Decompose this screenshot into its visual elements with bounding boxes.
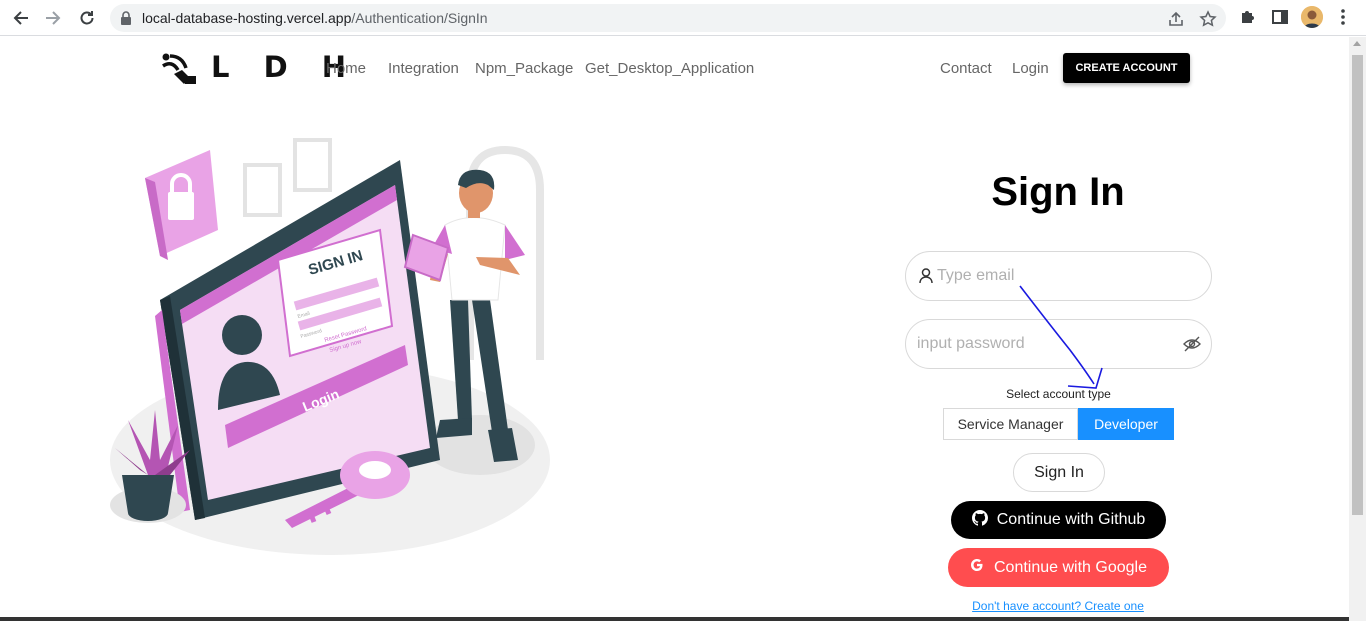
- account-type-developer[interactable]: Developer: [1078, 408, 1174, 440]
- account-type-label: Select account type: [1006, 387, 1111, 401]
- google-icon: [970, 558, 984, 577]
- browser-toolbar: local-database-hosting.vercel.app/Authen…: [0, 0, 1366, 36]
- nav-npm-package[interactable]: Npm_Package: [475, 60, 573, 77]
- star-icon[interactable]: [1199, 10, 1217, 28]
- scroll-up-arrow-icon[interactable]: [1353, 41, 1361, 46]
- email-field[interactable]: [905, 251, 1212, 301]
- lock-icon[interactable]: [120, 11, 132, 30]
- nav-get-desktop-application[interactable]: Get_Desktop_Application: [585, 60, 754, 77]
- ldh-logo-icon[interactable]: [160, 52, 200, 86]
- url-path: /Authentication/SignIn: [351, 10, 488, 26]
- create-account-button[interactable]: CREATE ACCOUNT: [1063, 53, 1190, 83]
- password-field[interactable]: [905, 319, 1212, 369]
- reload-icon[interactable]: [76, 7, 98, 29]
- scrollbar-thumb[interactable]: [1352, 55, 1363, 515]
- nav-home[interactable]: Home: [326, 60, 366, 77]
- github-button-label: Continue with Github: [996, 511, 1146, 528]
- user-icon: [919, 268, 933, 289]
- github-signin-button[interactable]: Continue with Github: [951, 501, 1166, 539]
- create-account-link[interactable]: Don't have account? Create one: [900, 599, 1216, 613]
- nav-integration[interactable]: Integration: [388, 60, 459, 77]
- back-arrow-icon[interactable]: [10, 7, 32, 29]
- password-input[interactable]: [917, 332, 1167, 356]
- google-button-label: Continue with Google: [994, 558, 1147, 576]
- url-host: local-database-hosting.vercel.app: [142, 10, 352, 26]
- url-text[interactable]: local-database-hosting.vercel.app/Authen…: [142, 10, 488, 26]
- address-bar[interactable]: local-database-hosting.vercel.app/Authen…: [110, 4, 1226, 32]
- puzzle-icon[interactable]: [1238, 7, 1258, 27]
- page-title: Sign In: [991, 170, 1125, 214]
- email-input[interactable]: [937, 264, 1197, 288]
- forward-arrow-icon[interactable]: [42, 7, 64, 29]
- github-icon: [971, 509, 988, 531]
- profile-avatar[interactable]: [1301, 6, 1323, 28]
- google-signin-button[interactable]: Continue with Google: [948, 548, 1169, 587]
- bottom-edge-bar: [0, 617, 1349, 621]
- side-panel-icon[interactable]: [1270, 7, 1290, 27]
- share-icon[interactable]: [1167, 10, 1185, 28]
- eye-invisible-icon[interactable]: [1183, 336, 1201, 357]
- nav-contact[interactable]: Contact: [940, 60, 992, 77]
- sign-in-button[interactable]: Sign In: [1013, 453, 1105, 492]
- account-type-service-manager[interactable]: Service Manager: [943, 408, 1078, 440]
- nav-login[interactable]: Login: [1012, 60, 1049, 77]
- page-scrollbar[interactable]: [1349, 37, 1366, 621]
- kebab-menu-icon[interactable]: [1340, 8, 1346, 26]
- signin-illustration: SIGN IN Email Password Reset Password Si…: [100, 130, 560, 560]
